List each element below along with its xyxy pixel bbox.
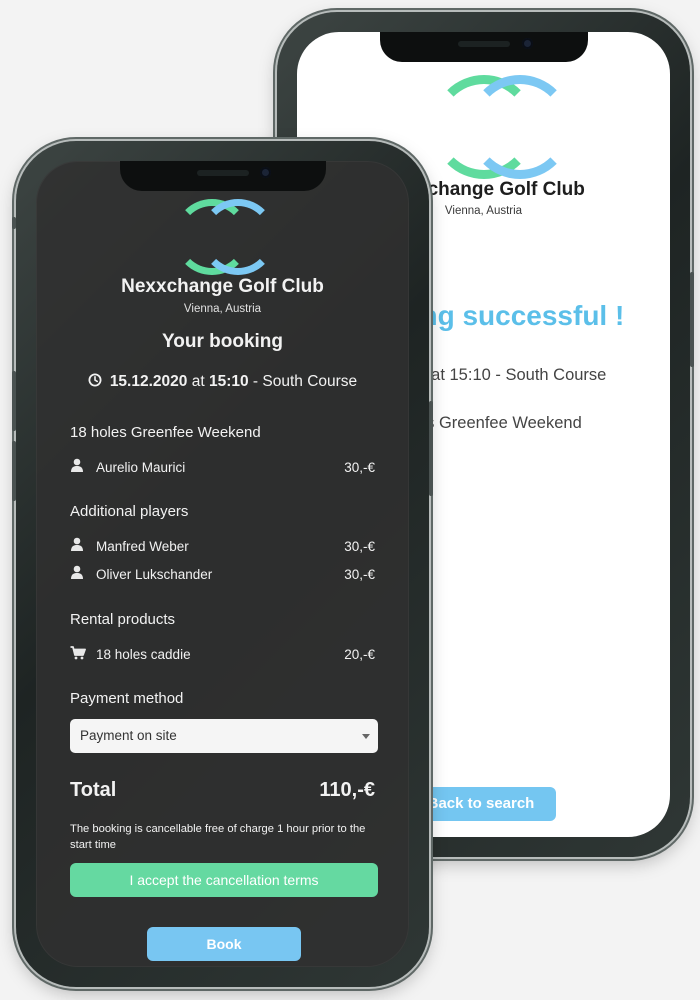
front-phone-volume-up: [12, 371, 16, 431]
rental-item-name: 18 holes caddie: [96, 647, 191, 662]
booking-course: - South Course: [252, 373, 358, 390]
front-phone-mute-switch: [12, 217, 16, 229]
back-phone-notch: [379, 32, 588, 62]
cancellation-note: The booking is cancellable free of charg…: [70, 823, 366, 851]
your-booking-heading: Your booking: [161, 331, 284, 352]
logo-ring-blue: [200, 199, 276, 275]
additional-players-title: Additional players: [70, 503, 189, 520]
additional-player-name: Oliver Lukschander: [96, 567, 213, 582]
speaker-grille: [457, 41, 510, 47]
payment-method-select[interactable]: Payment on site: [70, 719, 378, 753]
booking-datetime: 15.12.2020 at 15:10 - South Course: [36, 373, 409, 391]
club-city: Vienna, Austria: [183, 303, 262, 315]
accept-cancellation-terms-button[interactable]: I accept the cancellation terms: [70, 863, 378, 897]
rental-products-title: Rental products: [70, 611, 176, 628]
rental-item-price: 20,-€: [344, 647, 375, 662]
additional-player-price: 30,-€: [344, 539, 375, 554]
additional-player-name: Manfred Weber: [96, 539, 189, 554]
additional-player-price: 30,-€: [344, 567, 375, 582]
booking-date: 15.12.2020: [109, 373, 188, 390]
player-price: 30,-€: [344, 460, 375, 475]
booking-time: 15:10: [208, 373, 249, 390]
front-phone-frame: Nexxchange Golf Club Vienna, Austria You…: [12, 141, 433, 987]
player-name: Aurelio Maurici: [96, 460, 186, 475]
user-icon: [71, 458, 83, 472]
payment-method-title: Payment method: [70, 690, 184, 707]
front-phone-volume-down: [12, 441, 16, 501]
front-camera-icon: [521, 38, 533, 49]
total-value: 110,-€: [319, 779, 375, 801]
clock-icon: [88, 373, 102, 387]
logo-ring-blue: [468, 75, 572, 179]
club-name: Nexxchange Golf Club: [121, 276, 324, 297]
cart-icon: [70, 646, 86, 660]
caret-down-icon: [362, 734, 370, 739]
club-logo: [174, 199, 276, 275]
total-label: Total: [70, 779, 117, 801]
back-phone-power-button: [690, 272, 694, 367]
booking-at: at: [191, 373, 205, 390]
front-camera-icon: [259, 167, 271, 178]
user-icon: [71, 537, 83, 551]
book-button[interactable]: Book: [147, 927, 301, 961]
payment-method-value: Payment on site: [80, 728, 177, 743]
speaker-grille: [196, 170, 249, 176]
user-icon: [71, 565, 83, 579]
greenfee-title: 18 holes Greenfee Weekend: [70, 424, 261, 441]
front-phone-notch: [119, 161, 326, 191]
front-phone-power-button: [429, 401, 433, 496]
club-logo: [432, 75, 572, 179]
front-phone-screen: Nexxchange Golf Club Vienna, Austria You…: [36, 161, 409, 967]
